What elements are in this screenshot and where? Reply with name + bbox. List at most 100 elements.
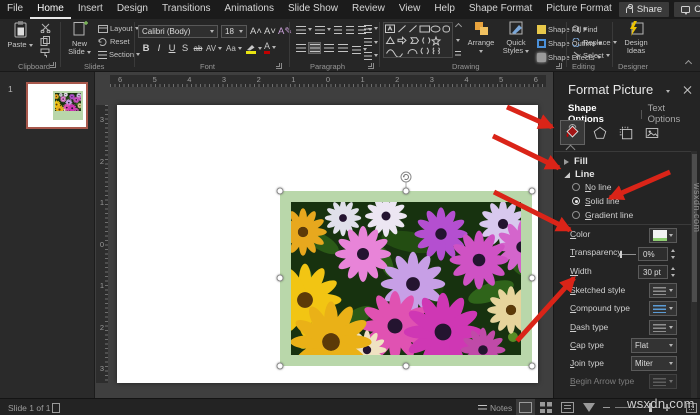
resize-handle-se[interactable] (528, 362, 536, 370)
font-name-combobox[interactable]: Calibri (Body) (138, 25, 218, 38)
italic-button[interactable]: I (153, 42, 165, 55)
cut-icon[interactable] (40, 23, 51, 33)
panel-options-caret-icon[interactable] (666, 90, 670, 93)
resize-handle-w[interactable] (276, 274, 284, 282)
increase-indent-button[interactable] (346, 24, 354, 35)
selected-picture[interactable] (276, 171, 532, 366)
resize-handle-n[interactable] (402, 187, 410, 195)
join-type-dropdown[interactable]: Miter (631, 356, 677, 371)
picture-option-button[interactable] (639, 120, 664, 145)
font-size-combobox[interactable]: 18 (221, 25, 247, 38)
solid-line-radio[interactable]: Solid line (572, 196, 620, 206)
transparency-slider[interactable] (620, 254, 636, 255)
slide-canvas[interactable] (117, 105, 538, 383)
line-color-button[interactable] (649, 228, 677, 243)
tab-file[interactable]: File (0, 0, 30, 19)
tab-view[interactable]: View (392, 0, 428, 19)
align-center-button[interactable] (308, 42, 321, 54)
smartart-button[interactable] (364, 50, 378, 61)
no-line-radio[interactable]: No line (572, 182, 611, 192)
comments-button[interactable]: Comments (674, 2, 700, 17)
effects-option-button[interactable] (587, 120, 612, 145)
bullets-button[interactable] (296, 24, 312, 35)
quick-styles-button[interactable]: Quick Styles (499, 20, 533, 55)
fill-line-option-button[interactable] (560, 120, 585, 145)
tab-picture-format[interactable]: Picture Format (539, 0, 619, 19)
slideshow-view-button[interactable] (579, 399, 598, 415)
normal-view-button[interactable] (516, 399, 535, 415)
resize-handle-sw[interactable] (276, 362, 284, 370)
decrease-indent-button[interactable] (334, 24, 342, 35)
text-shadow-button[interactable]: S (179, 42, 191, 55)
decrease-font-button[interactable]: A˅ (264, 25, 276, 38)
rotation-handle[interactable] (399, 170, 413, 184)
tab-home[interactable]: Home (30, 0, 71, 19)
size-properties-option-button[interactable] (613, 120, 638, 145)
share-button[interactable]: Share (618, 2, 670, 17)
new-slide-button[interactable]: New Slide (63, 20, 96, 56)
arrange-button[interactable]: Arrange (465, 20, 497, 55)
gradient-line-radio[interactable]: Gradient line (572, 210, 633, 220)
clipboard-dialog-launcher[interactable] (50, 62, 56, 68)
numbering-button[interactable] (315, 24, 331, 35)
width-stepper[interactable] (668, 265, 677, 279)
tab-animations[interactable]: Animations (218, 0, 281, 19)
width-value-field[interactable]: 30 pt (638, 265, 668, 279)
align-right-button[interactable] (322, 42, 335, 54)
transparency-value-field[interactable]: 0% (638, 247, 668, 261)
justify-button[interactable] (336, 42, 349, 54)
compound-type-dropdown[interactable] (649, 301, 677, 316)
shapes-gallery[interactable] (383, 22, 453, 58)
slide-sorter-view-button[interactable] (537, 399, 556, 415)
tab-review[interactable]: Review (345, 0, 392, 19)
change-case-button[interactable]: Aa (226, 43, 242, 54)
copy-icon[interactable] (40, 35, 51, 46)
align-text-button[interactable] (364, 37, 378, 48)
dash-type-dropdown[interactable] (649, 320, 677, 335)
increase-font-button[interactable]: A˄ (250, 25, 262, 38)
format-painter-icon[interactable] (40, 48, 51, 58)
layout-button[interactable]: Layout (98, 23, 139, 34)
paragraph-dialog-launcher[interactable] (368, 63, 374, 69)
reading-view-button[interactable] (558, 399, 577, 415)
panel-close-icon[interactable] (683, 85, 692, 94)
notes-button[interactable]: Notes (478, 399, 512, 415)
underline-button[interactable]: U (166, 42, 178, 55)
char-spacing-button[interactable]: AV (206, 43, 223, 54)
drawing-dialog-launcher[interactable] (556, 63, 562, 69)
cap-type-dropdown[interactable]: Flat (631, 338, 677, 353)
transparency-slider-thumb[interactable] (620, 251, 622, 258)
font-color-button[interactable]: A (264, 41, 277, 54)
fill-section-header[interactable]: Fill (564, 156, 588, 167)
resize-handle-e[interactable] (528, 274, 536, 282)
text-direction-button[interactable] (364, 23, 378, 34)
tab-insert[interactable]: Insert (71, 0, 110, 19)
tab-slide-show[interactable]: Slide Show (281, 0, 345, 19)
find-button[interactable]: Find (572, 24, 598, 35)
strikethrough-button[interactable]: ab (192, 42, 204, 55)
paste-button[interactable]: Paste (5, 20, 35, 49)
replace-button[interactable]: Replace (572, 37, 617, 48)
resize-handle-nw[interactable] (276, 187, 284, 195)
resize-handle-s[interactable] (402, 362, 410, 370)
design-ideas-button[interactable]: Design Ideas (617, 20, 655, 55)
slide-thumbnail[interactable] (26, 82, 88, 129)
zoom-out-button[interactable] (603, 399, 610, 415)
begin-arrow-type-dropdown[interactable] (649, 374, 677, 389)
tab-transitions[interactable]: Transitions (155, 0, 218, 19)
bold-button[interactable]: B (140, 42, 152, 55)
line-section-header[interactable]: Line (564, 169, 595, 180)
sketched-style-dropdown[interactable] (649, 283, 677, 298)
collapse-ribbon-button[interactable] (684, 59, 693, 68)
tab-shape-format[interactable]: Shape Format (462, 0, 539, 19)
highlight-button[interactable] (246, 43, 262, 54)
select-button[interactable]: Select (572, 50, 610, 61)
reset-button[interactable]: Reset (98, 36, 130, 47)
tab-design[interactable]: Design (110, 0, 155, 19)
transparency-stepper[interactable] (668, 247, 677, 261)
shapes-gallery-scroll[interactable] (454, 22, 462, 58)
accessibility-icon[interactable] (52, 399, 60, 415)
font-dialog-launcher[interactable] (276, 63, 282, 69)
tab-help[interactable]: Help (427, 0, 462, 19)
align-left-button[interactable] (294, 42, 307, 54)
